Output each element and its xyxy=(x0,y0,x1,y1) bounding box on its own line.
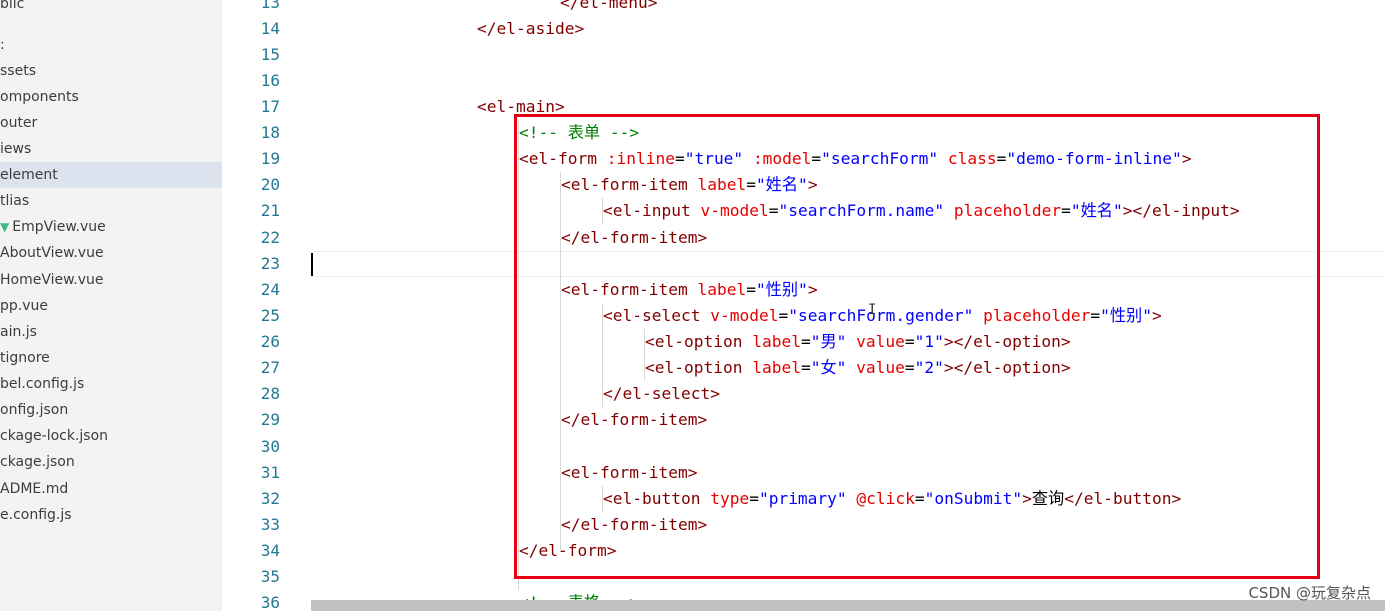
watermark: CSDN @玩复杂点 xyxy=(1248,584,1371,602)
file-item-jsconfig[interactable]: onfig.json xyxy=(0,397,222,423)
file-item-package-lock[interactable]: ckage-lock.json xyxy=(0,423,222,449)
line-number: 29 xyxy=(260,410,280,429)
folder-marker: : xyxy=(0,37,5,53)
line-number: 13 xyxy=(260,0,280,12)
file-item-vue-config[interactable]: e.config.js xyxy=(0,502,222,528)
line-number: 19 xyxy=(260,149,280,168)
line-number: 18 xyxy=(260,123,280,142)
line-number: 26 xyxy=(260,332,280,351)
code-line-13: </el-menu> xyxy=(560,0,658,12)
text-cursor xyxy=(311,253,313,276)
file-item-babel-config[interactable]: bel.config.js xyxy=(0,371,222,397)
file-item-tlias[interactable]: tlias xyxy=(0,188,222,214)
line-number-gutter: 13 14 15 16 17 18 19 20 21 22 23 24 25 2… xyxy=(222,0,310,612)
line-number: 28 xyxy=(260,384,280,403)
file-item-app-vue[interactable]: pp.vue xyxy=(0,293,222,319)
line-number: 24 xyxy=(260,280,280,299)
horizontal-scrollbar[interactable] xyxy=(311,600,1385,611)
file-item-main-js[interactable]: ain.js xyxy=(0,319,222,345)
line-number: 36 xyxy=(260,593,280,612)
line-number: 33 xyxy=(260,515,280,534)
file-item-gitignore[interactable]: tignore xyxy=(0,345,222,371)
line-number: 20 xyxy=(260,175,280,194)
line-number: 25 xyxy=(260,306,280,325)
line-number: 23 xyxy=(260,254,280,273)
line-number: 17 xyxy=(260,97,280,116)
line-number: 21 xyxy=(260,201,280,220)
line-number: 22 xyxy=(260,228,280,247)
line-number: 32 xyxy=(260,489,280,508)
file-item-empview[interactable]: ▼ EmpView.vue xyxy=(0,214,222,240)
line-number: 34 xyxy=(260,541,280,560)
file-item-assets[interactable]: ssets xyxy=(0,58,222,84)
line-number: 16 xyxy=(260,71,280,90)
file-item-element[interactable]: element xyxy=(0,162,222,188)
file-item-homeview[interactable]: HomeView.vue xyxy=(0,267,222,293)
file-item-readme[interactable]: ADME.md xyxy=(0,476,222,502)
line-number: 31 xyxy=(260,463,280,482)
file-item-views[interactable]: iews xyxy=(0,136,222,162)
line-number: 27 xyxy=(260,358,280,377)
file-item-aboutview[interactable]: AboutView.vue xyxy=(0,240,222,266)
line-number: 30 xyxy=(260,437,280,456)
line-number: 35 xyxy=(260,567,280,586)
file-item-router[interactable]: outer xyxy=(0,110,222,136)
annotation-highlight-box xyxy=(514,114,1320,579)
file-item-components[interactable]: omponents xyxy=(0,84,222,110)
line-number: 15 xyxy=(260,45,280,64)
vue-file-icon: ▼ xyxy=(0,220,10,234)
file-item-public[interactable]: blic xyxy=(0,0,222,17)
file-explorer-sidebar: blic : ssets omponents outer iews elemen… xyxy=(0,0,222,611)
code-line-14: </el-aside> xyxy=(477,19,585,38)
line-number: 14 xyxy=(260,19,280,38)
file-item-package-json[interactable]: ckage.json xyxy=(0,449,222,475)
file-item-src[interactable]: : xyxy=(0,32,222,58)
